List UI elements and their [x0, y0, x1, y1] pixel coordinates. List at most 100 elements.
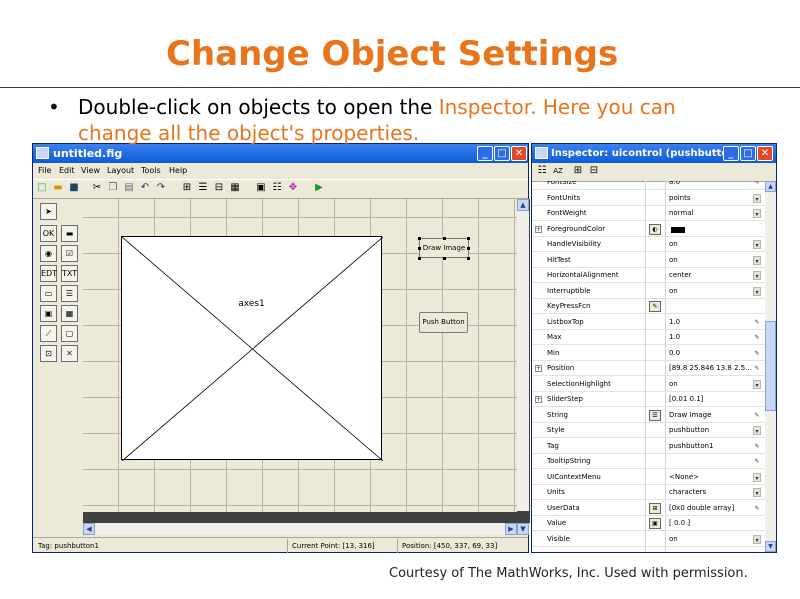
menu-edit[interactable]: Edit [59, 163, 75, 179]
edit-pencil-icon[interactable]: ✎ [753, 181, 761, 187]
redo-icon[interactable]: ↷ [155, 182, 167, 194]
draw-image-button[interactable]: Draw Image [419, 238, 469, 258]
selection-handle[interactable] [443, 237, 446, 240]
property-editor-icon[interactable]: ✎ [649, 301, 661, 312]
scrollbar-thumb[interactable] [765, 321, 776, 411]
new-file-icon[interactable]: □ [36, 182, 48, 194]
static-text-tool[interactable]: TXT [61, 265, 78, 282]
property-row[interactable]: Value ▣ [ 0.0 ] [532, 516, 765, 531]
push-button-tool[interactable]: OK [40, 225, 57, 242]
property-value[interactable]: on [669, 237, 753, 252]
copy-icon[interactable]: ❐ [107, 182, 119, 194]
property-row[interactable]: HorizontalAlignment center ▾ [532, 268, 765, 283]
dropdown-arrow-icon[interactable]: ▾ [753, 379, 761, 389]
property-row[interactable]: UserData ⊞ [0x0 double array] ✎ [532, 501, 765, 516]
canvas-horizontal-scrollbar[interactable]: ◀ ▶ [83, 523, 517, 535]
expand-icon[interactable]: + [535, 225, 542, 233]
slider-tool-icon[interactable]: ▬ [61, 225, 78, 242]
canvas-vertical-scrollbar[interactable]: ▲ [517, 199, 529, 511]
selection-handle[interactable] [467, 247, 470, 250]
property-value[interactable]: [0x0 double array] [669, 501, 753, 516]
property-value[interactable]: <None> [669, 470, 753, 485]
menu-editor-icon[interactable]: ☰ [197, 182, 209, 194]
property-editor-icon[interactable]: ⊞ [649, 502, 661, 514]
property-value[interactable]: characters [669, 485, 753, 500]
property-value[interactable]: points [669, 191, 753, 206]
minimize-button[interactable]: _ [477, 146, 493, 161]
property-row[interactable]: Units characters ▾ [532, 485, 765, 500]
object-browser-icon[interactable]: ✥ [287, 182, 299, 194]
property-row[interactable]: Min 0.0 ✎ [532, 346, 765, 361]
selection-handle[interactable] [467, 257, 470, 260]
dropdown-arrow-icon[interactable]: ▾ [753, 426, 761, 435]
property-row[interactable]: SelectionHighlight on ▾ [532, 377, 765, 392]
property-row[interactable]: HandleVisibility on ▾ [532, 237, 765, 252]
property-row[interactable]: Interruptible on ▾ [532, 284, 765, 299]
scroll-right-icon[interactable]: ▶ [505, 523, 517, 535]
button-group-tool-icon[interactable]: ⊡ [40, 345, 57, 362]
selection-handle[interactable] [418, 237, 421, 240]
m-file-editor-icon[interactable]: ▣ [255, 182, 267, 194]
color-swatch[interactable] [671, 226, 685, 233]
property-value[interactable]: 0.0 [669, 346, 753, 361]
property-row[interactable]: HitTest on ▾ [532, 253, 765, 268]
minimize-button[interactable]: _ [723, 146, 739, 161]
property-value[interactable]: Draw Image [669, 408, 753, 423]
menu-view[interactable]: View [81, 163, 100, 179]
dropdown-arrow-icon[interactable]: ▾ [753, 209, 761, 218]
edit-pencil-icon[interactable]: ✎ [753, 504, 761, 513]
property-row[interactable]: String ☰ Draw Image ✎ [532, 408, 765, 423]
paste-icon[interactable]: ▤ [123, 182, 135, 194]
popup-menu-tool-icon[interactable]: ▭ [40, 285, 57, 302]
expand-icon[interactable]: + [535, 365, 542, 372]
scroll-down-icon[interactable]: ▼ [765, 541, 776, 552]
open-folder-icon[interactable]: ▬ [52, 182, 64, 194]
collapse-all-icon[interactable]: ⊟ [588, 165, 600, 177]
toggle-button-tool-icon[interactable]: ▣ [40, 305, 57, 322]
property-row[interactable]: FontWeight normal ▾ [532, 206, 765, 221]
property-value[interactable]: on [669, 532, 753, 547]
property-inspector-icon[interactable]: ☷ [271, 182, 283, 194]
property-row[interactable]: FontSize 8.0 ✎ [532, 181, 765, 190]
cut-icon[interactable]: ✂ [91, 182, 103, 194]
property-row[interactable]: + ForegroundColor ◐ [532, 222, 765, 237]
push-button[interactable]: Push Button [419, 312, 468, 333]
property-row[interactable]: UIContextMenu <None> ▾ [532, 470, 765, 485]
dropdown-arrow-icon[interactable]: ▾ [753, 534, 761, 544]
selection-handle[interactable] [467, 237, 470, 240]
property-value[interactable]: [0.01 0.1] [669, 392, 753, 407]
scroll-up-icon[interactable]: ▲ [765, 181, 776, 192]
menu-tools[interactable]: Tools [141, 163, 161, 179]
checkbox-tool-icon[interactable]: ☑ [61, 245, 78, 262]
scroll-left-icon[interactable]: ◀ [83, 523, 95, 535]
maximize-button[interactable]: □ [494, 146, 510, 161]
dropdown-arrow-icon[interactable]: ▾ [753, 255, 761, 265]
property-row[interactable]: + Position [89.8 25.846 13.8 2.5... ✎ [532, 361, 765, 376]
property-value[interactable]: on [669, 284, 753, 299]
categorized-view-icon[interactable]: ☷ [536, 165, 548, 177]
property-value[interactable]: 1.0 [669, 330, 753, 345]
property-value[interactable]: 8.0 [669, 181, 753, 190]
align-icon[interactable]: ⊞ [181, 182, 193, 194]
close-button[interactable]: ✕ [511, 146, 527, 161]
property-editor-icon[interactable]: ◐ [649, 223, 661, 235]
inspector-titlebar[interactable]: Inspector: uicontrol (pushbutton... _ □ … [532, 144, 776, 163]
radio-button-tool-icon[interactable]: ◉ [40, 245, 57, 262]
property-value[interactable]: normal [669, 206, 753, 221]
property-editor-icon[interactable]: ▣ [649, 518, 661, 529]
menu-help[interactable]: Help [169, 163, 187, 179]
activex-tool-icon[interactable]: ✕ [61, 345, 78, 362]
edit-pencil-icon[interactable]: ✎ [753, 349, 761, 358]
property-editor-icon[interactable]: ☰ [649, 409, 661, 421]
property-row[interactable]: TooltipString ✎ [532, 454, 765, 469]
undo-icon[interactable]: ↶ [139, 182, 151, 194]
panel-tool-icon[interactable]: ▢ [61, 325, 78, 342]
edit-pencil-icon[interactable]: ✎ [753, 364, 761, 373]
dropdown-arrow-icon[interactable]: ▾ [753, 240, 761, 249]
save-icon[interactable]: ■ [68, 182, 80, 194]
property-value[interactable]: [ 0.0 ] [669, 516, 753, 531]
edit-pencil-icon[interactable]: ✎ [753, 333, 761, 342]
property-value[interactable]: on [669, 253, 753, 268]
property-value[interactable]: pushbutton1 [669, 439, 753, 454]
selection-handle[interactable] [418, 257, 421, 260]
